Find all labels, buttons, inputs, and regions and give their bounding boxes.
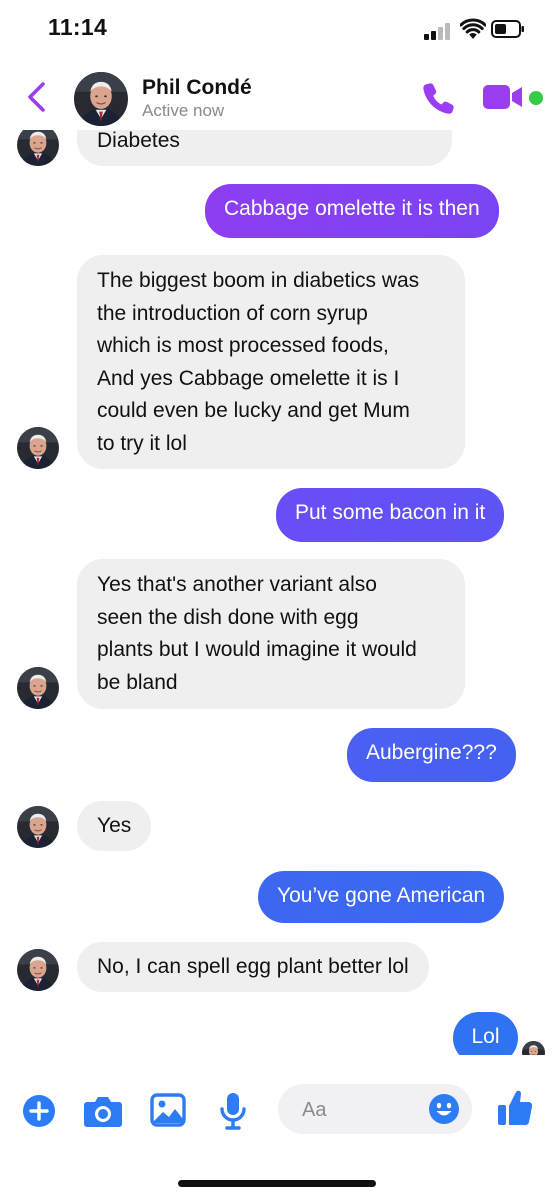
microphone-icon[interactable]	[219, 1091, 247, 1131]
chat-header: Phil Condé Active now	[0, 60, 554, 130]
message-bubble-outgoing[interactable]: Cabbage omelette it is then	[205, 184, 499, 238]
contact-avatar[interactable]	[17, 949, 59, 991]
message-line: And yes Cabbage omelette it is I	[97, 366, 400, 390]
message-line: Yes that's another variant also	[97, 573, 377, 596]
message-text: You’ve gone American	[277, 884, 486, 907]
contact-avatar[interactable]	[17, 806, 59, 848]
message-text: Diabetes	[97, 129, 180, 152]
message-line: plants but I would imagine it would	[97, 638, 417, 661]
contact-avatar[interactable]	[17, 667, 59, 709]
contact-status: Active now	[142, 101, 225, 120]
message-line: could even be lucky and get Mum	[97, 399, 410, 422]
message-text: Yes	[97, 814, 132, 837]
plus-circle-icon[interactable]	[21, 1093, 57, 1129]
message-line: seen the dish done with egg	[97, 605, 359, 629]
message-line: The biggest boom in diabetics was	[97, 269, 420, 292]
message-input-container[interactable]	[278, 1084, 472, 1136]
message-bubble-outgoing[interactable]: Put some bacon in it	[276, 488, 505, 542]
contact-name[interactable]: Phil Condé	[142, 76, 252, 100]
message-bubble-incoming[interactable]: The biggest boom in diabetics was the in…	[77, 255, 465, 469]
message-text: Aubergine???	[366, 741, 497, 764]
message-text: Put some bacon in it	[295, 501, 486, 524]
message-composer	[0, 1055, 554, 1165]
smiley-icon[interactable]	[428, 1093, 460, 1125]
message-bubble-incoming[interactable]: Yes that's another variant also seen the…	[77, 559, 465, 709]
camera-icon[interactable]	[83, 1093, 123, 1129]
thumbs-up-icon[interactable]	[497, 1089, 533, 1127]
image-icon[interactable]	[150, 1093, 186, 1127]
online-status-dot	[529, 91, 543, 105]
message-line: the introduction of corn syrup	[97, 301, 368, 325]
contact-avatar[interactable]	[74, 72, 128, 126]
message-bubble-outgoing[interactable]: You’ve gone American	[258, 871, 505, 923]
message-bubble-incoming[interactable]: No, I can spell egg plant better lol	[77, 942, 429, 992]
message-bubble-outgoing[interactable]: Aubergine???	[347, 728, 516, 782]
message-text: No, I can spell egg plant better lol	[97, 955, 409, 978]
message-text: Lol	[471, 1025, 500, 1048]
chevron-left-icon[interactable]	[22, 80, 52, 114]
video-camera-icon[interactable]	[482, 82, 524, 112]
message-input[interactable]	[300, 1084, 424, 1136]
message-thread: Diabetes Cabbage omelette it is then The…	[0, 0, 554, 1200]
message-line: which is most processed foods,	[97, 334, 389, 357]
contact-avatar[interactable]	[17, 427, 59, 469]
message-line: to try it lol	[97, 431, 187, 455]
message-text: Cabbage omelette it is then	[224, 197, 480, 220]
message-line: be bland	[97, 670, 178, 694]
message-bubble-incoming[interactable]: Yes	[77, 801, 152, 851]
contact-avatar[interactable]	[17, 124, 59, 166]
phone-icon[interactable]	[420, 80, 456, 116]
home-indicator	[178, 1180, 376, 1187]
